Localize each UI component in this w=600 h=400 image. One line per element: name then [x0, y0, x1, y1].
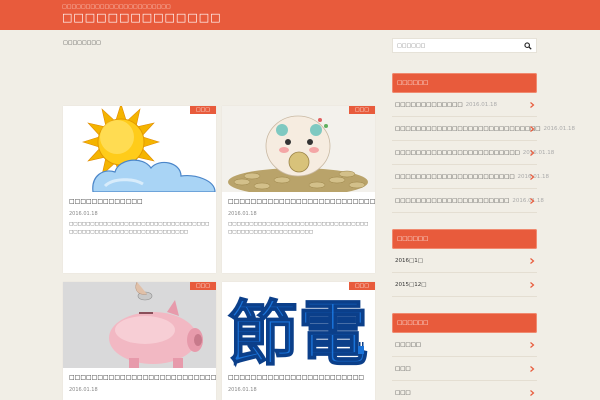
post-card[interactable]: □□□ □□□□□□□□□□□□□□□□□□□□□□□□□□□□□ 2016.0…: [222, 106, 375, 273]
site-header: □□□□□□□□□□□□□□□□□□□□□□□ □□□□□□□□□□□□□□: [0, 0, 600, 30]
list-item[interactable]: 2016□1□: [392, 249, 537, 273]
post-excerpt: □□□□□□□□□□□□□□□□□□□□□□□□□□□□□□□□□□□□□□□□…: [69, 222, 210, 235]
post-thumbnail[interactable]: □□□: [222, 106, 375, 192]
post-card[interactable]: □□□ □□□□□□□□□□□□□□□□□□□□□□□□□□□□ 2016.01…: [63, 282, 216, 400]
list-item[interactable]: □□□□□□□□□□□□□□□□□□□□□□□□ 2016.01.18: [392, 141, 554, 165]
post-excerpt: □□□□□□□□□□□□□□□□□□□□□□□□□□□□□□□□□□□□□□□□…: [228, 222, 369, 235]
widget-title: □□□□□□: [392, 229, 537, 249]
list-item[interactable]: 2015□12□: [392, 273, 537, 297]
site-tagline: □□□□□□□□□□□□□□□□□□□□□□□: [62, 4, 171, 10]
post-title[interactable]: □□□□□□□□□□□□□: [69, 198, 143, 205]
setsuden-char-2: 電: [298, 293, 368, 368]
list-item[interactable]: □□□□□□□□□□□□□□□□□□□□□□ 2016.01.18: [392, 189, 544, 213]
chevron-right-icon: [530, 342, 535, 348]
category-badge[interactable]: □□□: [189, 282, 216, 290]
search-input[interactable]: [397, 41, 517, 51]
post-date: 2016.01.18: [69, 387, 98, 393]
breadcrumb: □□□□□□□□: [63, 40, 101, 46]
chevron-right-icon: [530, 258, 535, 264]
category-badge[interactable]: □□□: [189, 106, 216, 114]
chevron-right-icon: [530, 126, 535, 132]
setsuden-char-1: 節: [228, 293, 298, 368]
category-badge[interactable]: □□□: [348, 106, 375, 114]
post-date: 2016.01.18: [69, 211, 98, 217]
chevron-right-icon: [530, 282, 535, 288]
post-title[interactable]: □□□□□□□□□□□□□□□□□□□□□□□□: [228, 374, 364, 381]
chevron-right-icon: [530, 102, 535, 108]
search-form: [392, 38, 537, 53]
post-thumbnail[interactable]: □□□: [63, 106, 216, 192]
search-icon[interactable]: [524, 42, 532, 50]
post-card[interactable]: □□□ □□□□□□□□□□□□□ 2016.01.18 □□□□□□□□□□□…: [63, 106, 216, 273]
list-item[interactable]: □□□: [392, 357, 537, 381]
category-badge[interactable]: □□□: [348, 282, 375, 290]
chevron-right-icon: [530, 366, 535, 372]
site-title[interactable]: □□□□□□□□□□□□□□: [62, 11, 222, 24]
list-item[interactable]: □□□□□□□□□□□□□ 2016.01.18: [392, 93, 537, 117]
piggy-bank-coins-image: [228, 115, 368, 192]
post-thumbnail[interactable]: □□□: [63, 282, 216, 368]
post-date: 2016.01.18: [228, 211, 257, 217]
list-item[interactable]: □□□□□: [392, 333, 537, 357]
post-title[interactable]: □□□□□□□□□□□□□□□□□□□□□□□□□□□□: [69, 374, 216, 381]
sun-cloud-image: [81, 106, 216, 192]
list-item[interactable]: □□□□□□□□□□□□□□□□□□□□□□□ 2016.01.18: [392, 165, 549, 189]
post-thumbnail[interactable]: 節 電 □□□: [222, 282, 375, 368]
chevron-right-icon: [530, 150, 535, 156]
categories-widget: □□□□□□ □□□□□ □□□ □□□: [392, 313, 537, 400]
widget-title: □□□□□□: [392, 73, 537, 93]
post-title[interactable]: □□□□□□□□□□□□□□□□□□□□□□□□□□□□□: [228, 198, 375, 205]
widget-title: □□□□□□: [392, 313, 537, 333]
list-item[interactable]: □□□: [392, 381, 537, 400]
pink-piggy-bank-image: [63, 282, 216, 368]
chevron-right-icon: [530, 390, 535, 396]
archives-widget: □□□□□□ 2016□1□ 2015□12□: [392, 229, 537, 297]
list-item[interactable]: □□□□□□□□□□□□□□□□□□□□□□□□□□□□ 2016.01.18: [392, 117, 575, 141]
post-date: 2016.01.18: [228, 387, 257, 393]
setsuden-image: 節 電: [222, 282, 375, 368]
recent-posts-widget: □□□□□□ □□□□□□□□□□□□□ 2016.01.18 □□□□□□□□□…: [392, 73, 575, 213]
chevron-right-icon: [530, 174, 535, 180]
chevron-right-icon: [530, 198, 535, 204]
post-card[interactable]: 節 電 □□□ □□□□□□□□□□□□□□□□□□□□□□□□ 2016.01…: [222, 282, 375, 400]
